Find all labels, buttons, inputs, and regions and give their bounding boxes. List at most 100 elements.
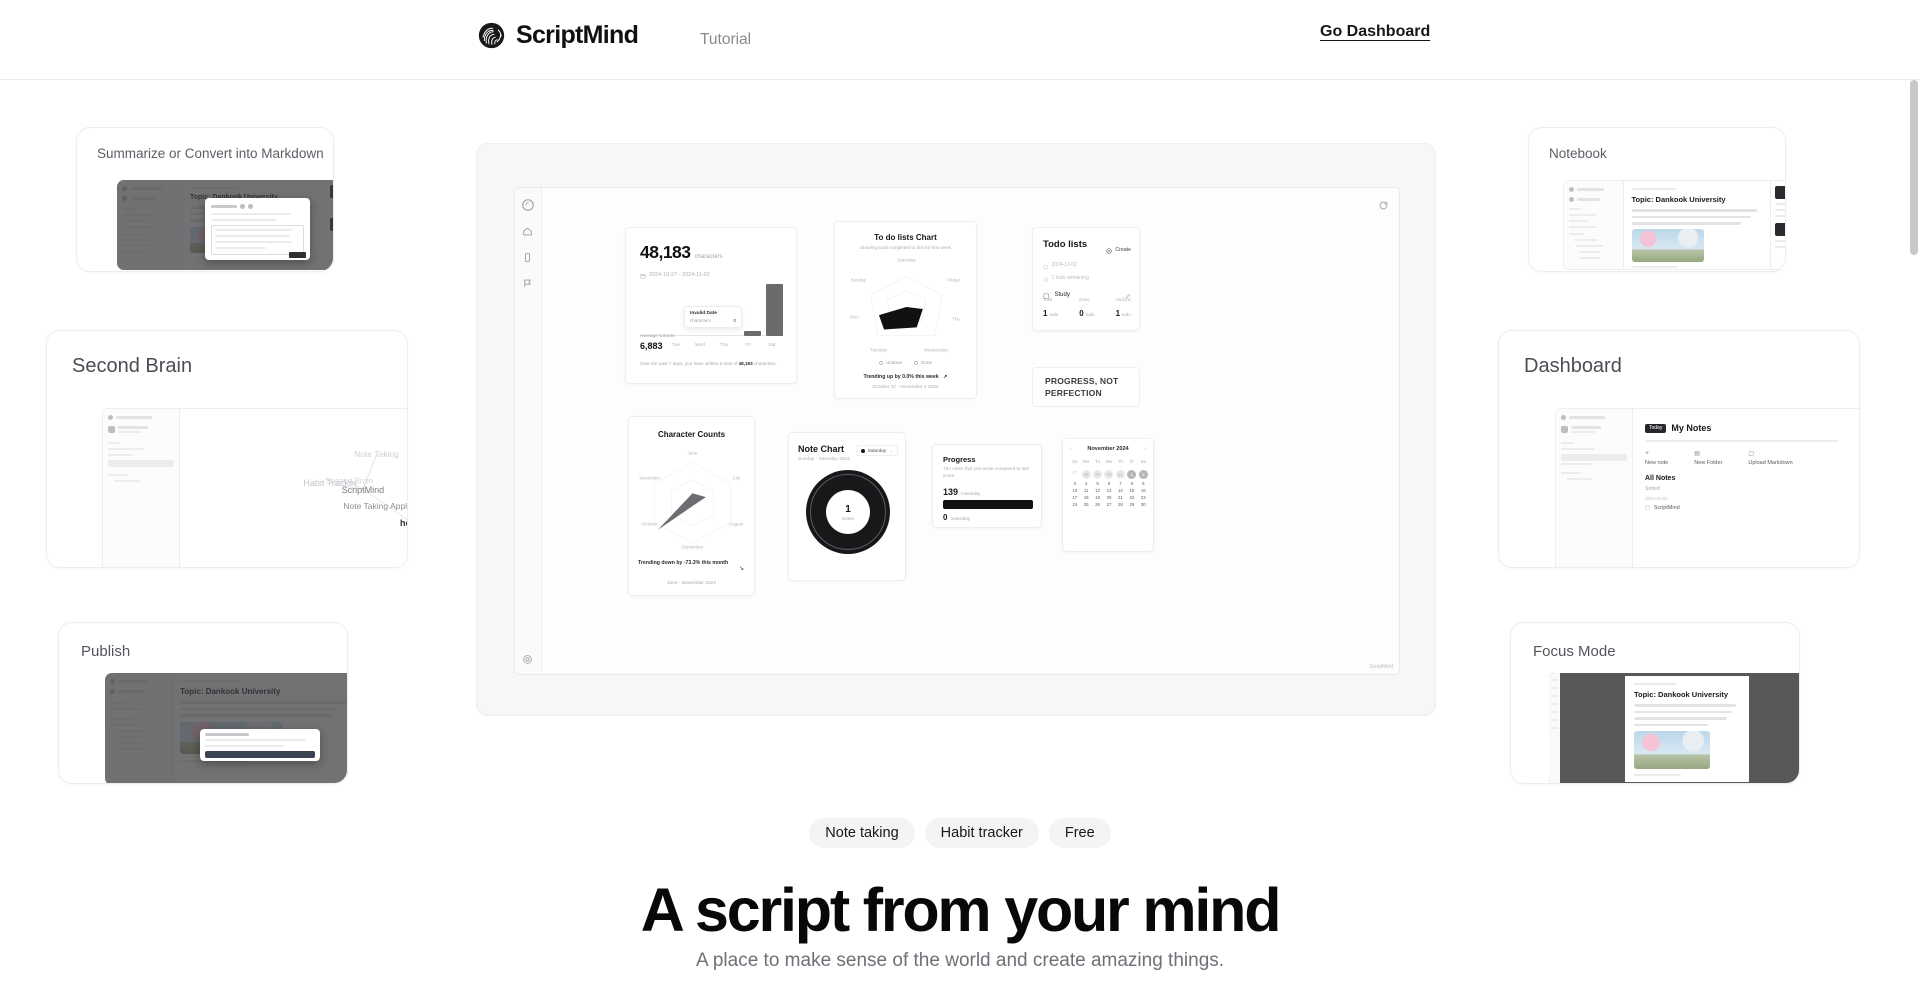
calendar-day[interactable]: 12 <box>1092 488 1103 493</box>
action-new-note[interactable]: + New note <box>1645 450 1668 466</box>
widget-todo-chart: To do lists Chart Showing total complete… <box>834 221 977 399</box>
thumb-heading: Topic: Dankook University <box>1634 690 1729 699</box>
brand-logo[interactable]: ScriptMind <box>478 22 639 49</box>
page-scrollbar[interactable] <box>1910 80 1918 255</box>
calendar-day-selected[interactable]: 1 <box>1126 470 1137 479</box>
calendar-day[interactable]: 13 <box>1103 488 1114 493</box>
calendar-day[interactable]: 19 <box>1092 495 1103 500</box>
logo-icon[interactable] <box>522 198 534 211</box>
date-range: 2024-10-27 - 2024-11-02 <box>649 272 710 278</box>
publish-confirm-button[interactable] <box>205 750 315 758</box>
calendar-day[interactable]: 25 <box>1080 502 1091 507</box>
home-icon[interactable] <box>522 224 534 236</box>
settings-icon[interactable] <box>522 652 534 664</box>
calendar-day[interactable]: 28 <box>1115 502 1126 507</box>
radar-grid <box>653 462 732 544</box>
tag-free[interactable]: Free <box>1048 818 1111 848</box>
action-new-folder[interactable]: ▤ New Folder <box>1694 450 1722 466</box>
calendar-day[interactable]: 15 <box>1126 488 1137 493</box>
legend-done[interactable]: Done <box>914 360 932 365</box>
calendar-day[interactable]: 27 <box>1069 470 1080 479</box>
calendar-day[interactable]: 24 <box>1069 502 1080 507</box>
axis-tick: Fri <box>745 343 751 348</box>
go-dashboard-link[interactable]: Go Dashboard <box>1320 23 1430 41</box>
action-upload-markdown[interactable]: ▢ Upload Markdown <box>1748 450 1792 466</box>
chart-subtitle: Showing total completed to dos for this … <box>860 245 951 250</box>
calendar-day[interactable]: 9 <box>1138 481 1149 486</box>
summarize-confirm-button[interactable] <box>289 252 306 258</box>
publish-modal <box>200 729 320 761</box>
todo-remaining: 1 todo remaining <box>1051 275 1089 281</box>
calendar-day[interactable]: 7 <box>1115 481 1126 486</box>
calendar-day[interactable]: 22 <box>1126 495 1137 500</box>
graph-node[interactable]: Note Taking Application <box>343 501 407 511</box>
radar-area <box>658 493 706 530</box>
tag-habit-tracker[interactable]: Habit tracker <box>924 818 1039 848</box>
sort-label[interactable]: Sorted <box>1645 486 1859 492</box>
calendar-day[interactable]: 16 <box>1138 488 1149 493</box>
progress-bar <box>943 500 1033 509</box>
calendar-day[interactable]: 18 <box>1080 495 1091 500</box>
create-todo-button[interactable]: Create <box>1106 241 1131 259</box>
chevron-right-icon[interactable]: › <box>1144 446 1146 452</box>
tag-note-taking[interactable]: Note taking <box>809 818 915 848</box>
feature-card-summarize[interactable]: Summarize or Convert into Markdown <box>76 127 334 272</box>
graph-node[interactable]: ScriptMind <box>342 485 385 495</box>
calendar-day[interactable]: 17 <box>1069 495 1080 500</box>
calendar-day[interactable]: 20 <box>1103 495 1114 500</box>
feature-card-publish[interactable]: Publish Topic: Dankook Univers <box>58 622 348 784</box>
widget-progress: Progress The notes that you wrote compar… <box>932 444 1042 528</box>
calendar-day[interactable]: 6 <box>1103 481 1114 486</box>
calendar-day[interactable]: 14 <box>1115 488 1126 493</box>
feature-card-notebook[interactable]: Notebook Topic: Dankook University <box>1528 127 1786 272</box>
list-item[interactable]: ScriptMind <box>1654 505 1680 511</box>
donut-chart: 1 Notes <box>806 470 890 554</box>
chevron-left-icon[interactable]: ‹ <box>1070 446 1072 452</box>
radar-area <box>878 307 923 330</box>
flag-icon[interactable] <box>522 276 534 288</box>
graph-node[interactable]: Note Taking <box>354 449 399 459</box>
legend-undone[interactable]: Undone <box>879 360 902 365</box>
feature-card-title: Second Brain <box>72 355 193 377</box>
calendar-day[interactable]: 5 <box>1092 481 1103 486</box>
calendar-day[interactable]: 4 <box>1080 481 1091 486</box>
calendar-day[interactable]: 23 <box>1138 495 1149 500</box>
feature-card-dashboard[interactable]: Dashboard Today My Notes + New note ▤ Ne… <box>1498 330 1860 568</box>
chart-title: Note Chart <box>798 444 845 454</box>
graph-node[interactable]: home <box>400 518 407 528</box>
calendar-day[interactable]: 29 <box>1092 470 1103 479</box>
calendar-day[interactable]: 28 <box>1080 470 1091 479</box>
calendar-day[interactable]: 31 <box>1115 470 1126 479</box>
feature-card-focus-mode[interactable]: Focus Mode Topic: Dankook University <box>1510 622 1800 784</box>
calendar-day[interactable]: 8 <box>1126 481 1137 486</box>
calendar-day[interactable]: 29 <box>1126 502 1137 507</box>
calendar-day[interactable]: 30 <box>1103 470 1114 479</box>
chart-tooltip: Invalid Date characters 0 <box>684 306 742 328</box>
chart-title: Character Counts <box>657 430 726 439</box>
axis-tick: Tue <box>671 343 681 348</box>
widget-note-chart: Note Chart Saturday ⌄ Sunday - Saturday … <box>788 432 906 581</box>
footnote-value: 48,183 <box>738 361 753 366</box>
calendar-day[interactable]: 11 <box>1080 488 1091 493</box>
refresh-icon[interactable] <box>1378 198 1389 216</box>
mobile-icon[interactable] <box>522 250 534 262</box>
calendar-day[interactable]: 21 <box>1115 495 1126 500</box>
calendar-day[interactable]: 26 <box>1092 502 1103 507</box>
widget-calendar: ‹ November 2024 › Su Mo Tu We Th Fr Sa 2… <box>1062 438 1154 552</box>
chart-title: To do lists Chart <box>874 233 937 242</box>
note-chart-select[interactable]: Saturday ⌄ <box>855 445 898 456</box>
todo-title: Todo lists <box>1043 239 1088 250</box>
trend-down-icon: ↘ <box>738 566 744 572</box>
calendar-day[interactable]: 3 <box>1069 481 1080 486</box>
landing-page: ScriptMind Tutorial Go Dashboard Summari… <box>0 0 1920 993</box>
badge: Today <box>1645 423 1667 433</box>
calendar-day[interactable]: 30 <box>1138 502 1149 507</box>
calendar-day[interactable]: 27 <box>1103 502 1114 507</box>
calendar-day-selected[interactable]: 2 <box>1138 470 1149 479</box>
feature-card-second-brain[interactable]: Second Brain Note Taking Habit Tracker S… <box>46 330 408 568</box>
nav-link-tutorial[interactable]: Tutorial <box>700 31 751 49</box>
todo-stat: Undone 1 todo <box>1115 297 1131 318</box>
calendar-icon <box>640 266 646 284</box>
summarize-modal <box>205 198 310 260</box>
calendar-day[interactable]: 10 <box>1069 488 1080 493</box>
